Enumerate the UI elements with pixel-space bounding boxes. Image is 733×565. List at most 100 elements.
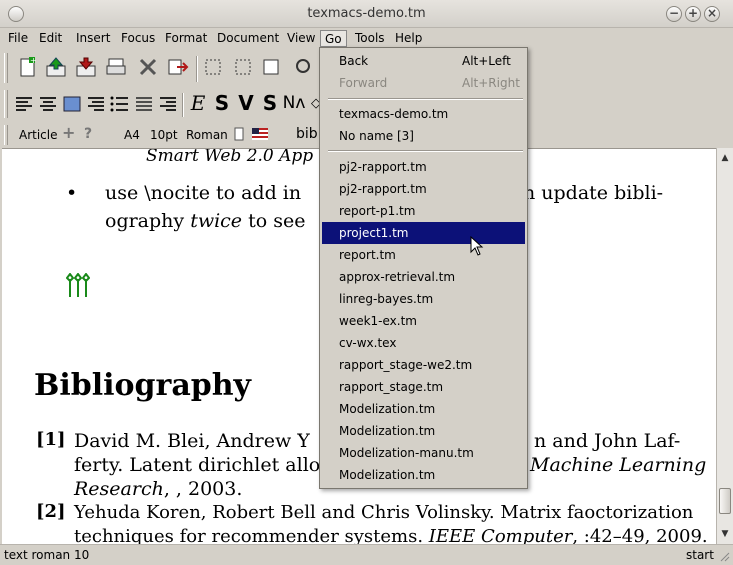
close-icon[interactable]: ×: [704, 6, 720, 22]
align-justify-icon[interactable]: [60, 92, 84, 116]
go-menu-dropdown: Back Alt+Left Forward Alt+Right texmacs-de…: [319, 47, 528, 489]
menu-recent-file[interactable]: rapport_stage.tm: [322, 376, 525, 398]
menu-bar: File Edit Insert Focus Format Document V…: [0, 28, 733, 48]
menu-recent-file[interactable]: Modelization.tm: [322, 420, 525, 442]
menu-recent-file[interactable]: pj2-rapport.tm: [322, 156, 525, 178]
menu-file[interactable]: File: [4, 30, 32, 47]
copy-icon[interactable]: [232, 55, 256, 79]
menu-recent-file[interactable]: cv-wx.tex: [322, 332, 525, 354]
menu-recent-file[interactable]: rapport_stage-we2.tm: [322, 354, 525, 376]
window-title: texmacs-demo.tm: [307, 6, 426, 21]
toolbar-grip[interactable]: [4, 53, 8, 83]
document-style-selector[interactable]: Article: [19, 128, 58, 142]
menu-separator: [328, 150, 523, 152]
align-right-icon[interactable]: [84, 92, 108, 116]
back-shortcut: Alt+Left: [462, 54, 511, 68]
menu-open-doc[interactable]: No name [3]: [322, 125, 525, 147]
font-family-selector[interactable]: Roman: [186, 128, 228, 142]
help-button[interactable]: ?: [84, 127, 92, 141]
search-icon[interactable]: [292, 55, 316, 79]
forward-label: Forward: [339, 76, 388, 90]
scroll-down-icon[interactable]: ▼: [719, 528, 731, 540]
print-icon[interactable]: [104, 55, 128, 79]
toolbar-grip[interactable]: [4, 90, 8, 118]
resize-grip-icon[interactable]: [718, 550, 730, 562]
maximize-icon[interactable]: +: [685, 6, 701, 22]
paste-icon[interactable]: [260, 55, 284, 79]
menu-go[interactable]: Go: [320, 30, 347, 47]
status-left: text roman 10: [4, 548, 90, 562]
menu-recent-file[interactable]: report.tm: [322, 244, 525, 266]
ref2-number: [2]: [36, 501, 66, 522]
open-document-icon[interactable]: [44, 55, 68, 79]
mouse-pointer-icon: [470, 235, 484, 256]
save-document-icon[interactable]: [74, 55, 98, 79]
name-icon[interactable]: Nʌ: [282, 91, 306, 115]
font-size-selector[interactable]: 10pt: [150, 128, 178, 142]
align-center-icon[interactable]: [36, 92, 60, 116]
doc-twice: twice: [190, 210, 243, 232]
menu-recent-file[interactable]: report-p1.tm: [322, 200, 525, 222]
menu-recent-file-selected[interactable]: project1.tm: [322, 222, 525, 244]
menu-recent-file[interactable]: Modelization.tm: [322, 464, 525, 486]
align-left-icon[interactable]: [12, 92, 36, 116]
menu-focus[interactable]: Focus: [117, 30, 159, 47]
menu-back[interactable]: Back Alt+Left: [322, 50, 525, 72]
preferences-tools-icon[interactable]: [136, 55, 160, 79]
menu-recent-file[interactable]: Modelization-manu.tm: [322, 442, 525, 464]
focus-field[interactable]: bib: [296, 127, 318, 141]
menu-recent-file[interactable]: Modelization.tm: [322, 398, 525, 420]
cut-icon[interactable]: [202, 55, 226, 79]
toolbar-separator: [182, 93, 184, 117]
menu-document[interactable]: Document: [213, 30, 283, 47]
menu-insert[interactable]: Insert: [72, 30, 114, 47]
ref1-journal: Research: [74, 478, 164, 500]
sample-icon[interactable]: S: [258, 91, 282, 115]
bibliography-marker-icon: [65, 272, 91, 302]
language-flag-icon[interactable]: [250, 123, 270, 145]
description-icon[interactable]: [156, 92, 180, 116]
bullet-marker: •: [66, 182, 78, 204]
doc-top-line: Smart Web 2.0 App: [146, 148, 314, 166]
menu-format[interactable]: Format: [161, 30, 211, 47]
doc-bullet-line1-end: n update bibli-: [523, 182, 664, 204]
itemize-icon[interactable]: [108, 92, 132, 116]
menu-forward: Forward Alt+Right: [322, 72, 525, 94]
toolbar-grip[interactable]: [4, 125, 8, 145]
title-bar: texmacs-demo.tm − + ×: [0, 0, 733, 28]
doc-bullet-line2-b: to see: [242, 210, 306, 232]
ref1-number: [1]: [36, 429, 66, 450]
menu-view[interactable]: View: [283, 30, 319, 47]
back-label: Back: [339, 54, 369, 68]
doc-bullet-line2-a: ography: [105, 210, 191, 232]
menu-recent-file[interactable]: approx-retrieval.tm: [322, 266, 525, 288]
ref1-line2-b: Machine Learning: [530, 454, 707, 476]
verbatim-icon[interactable]: V: [234, 91, 258, 115]
new-document-icon[interactable]: +: [16, 55, 40, 79]
ref1-year: , , 2003.: [163, 478, 243, 500]
enumerate-icon[interactable]: [132, 92, 156, 116]
menu-recent-file[interactable]: week1-ex.tm: [322, 310, 525, 332]
minimize-icon[interactable]: −: [666, 6, 682, 22]
export-icon[interactable]: [166, 55, 190, 79]
forward-shortcut: Alt+Right: [462, 76, 520, 90]
doc-bullet-line1: use \nocite to add in: [105, 182, 302, 204]
scroll-up-icon[interactable]: ▲: [719, 152, 731, 164]
menu-help[interactable]: Help: [391, 30, 426, 47]
scrollbar-thumb[interactable]: [719, 488, 731, 514]
color-swatch-icon[interactable]: [232, 124, 246, 144]
svg-text:+: +: [30, 56, 37, 65]
strong-icon[interactable]: S: [210, 91, 234, 115]
doc-bullet-line2: ography twice to see: [105, 209, 305, 233]
ref2-line1: Yehuda Koren, Robert Bell and Chris Voli…: [74, 502, 694, 523]
menu-tools[interactable]: Tools: [351, 30, 389, 47]
menu-recent-file[interactable]: linreg-bayes.tm: [322, 288, 525, 310]
emphasize-icon[interactable]: E: [186, 91, 210, 115]
add-package-button[interactable]: +: [62, 125, 75, 141]
ref2-line2-a: techniques for recommender systems.: [74, 526, 429, 544]
paper-size-selector[interactable]: A4: [124, 128, 140, 142]
vertical-scrollbar[interactable]: ▲ ▼: [716, 148, 733, 544]
menu-open-doc[interactable]: texmacs-demo.tm: [322, 103, 525, 125]
menu-edit[interactable]: Edit: [35, 30, 66, 47]
menu-recent-file[interactable]: pj2-rapport.tm: [322, 178, 525, 200]
